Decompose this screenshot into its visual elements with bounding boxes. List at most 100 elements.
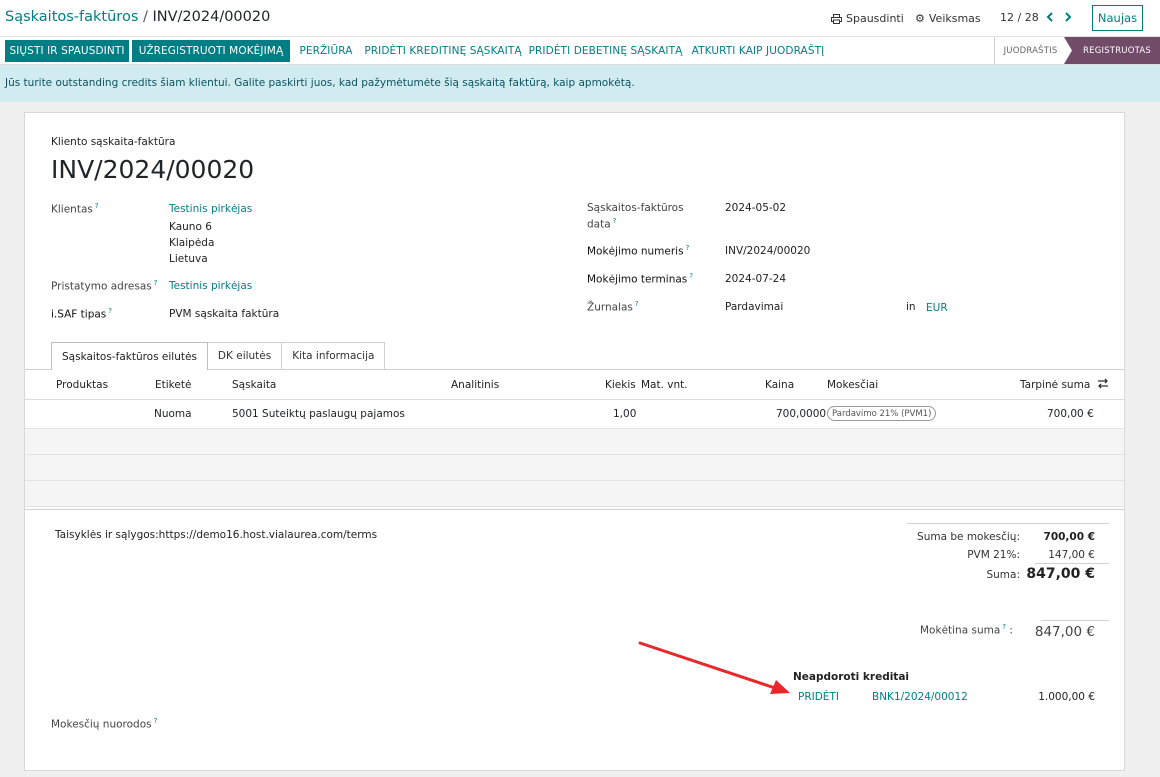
help-icon: ? — [108, 307, 112, 315]
invoice-date-value[interactable]: 2024-05-02 — [725, 202, 786, 214]
new-button[interactable]: Naujas — [1092, 5, 1143, 31]
customer-label: Klientas? — [51, 202, 99, 216]
empty-row[interactable] — [25, 455, 1124, 481]
payment-reference-label: Mokėjimo numeris? — [587, 244, 689, 258]
credit-reference-link[interactable]: BNK1/2024/00012 — [872, 691, 968, 703]
register-payment-button[interactable]: UŽREGISTRUOTI MOKĖJIMĄ — [132, 40, 290, 62]
payment-terms-value[interactable]: 2024-07-24 — [725, 273, 786, 285]
row-account[interactable]: 5001 Suteiktų paslaugų pajamos — [232, 408, 405, 420]
tab-other-info[interactable]: Kita informacija — [281, 342, 386, 369]
tab-invoice-lines[interactable]: Sąskaitos-faktūros eilutės — [51, 342, 208, 370]
customer-link[interactable]: Testinis pirkėjas — [169, 203, 252, 215]
breadcrumb-parent-link[interactable]: Sąskaitos-faktūros — [5, 9, 138, 25]
add-credit-button[interactable]: PRIDĖTI — [798, 691, 839, 703]
print-icon — [831, 13, 842, 24]
outstanding-credits-title: Neapdoroti kreditai — [793, 671, 910, 683]
action-menu-button[interactable]: ⚙ Veiksmas — [915, 12, 981, 25]
tab-journal-items[interactable]: DK eilutės — [206, 342, 283, 369]
untaxed-amount-label: Suma be mokesčių: — [917, 531, 1020, 543]
row-price[interactable]: 700,0000 — [776, 408, 826, 420]
col-label[interactable]: Etiketė — [155, 379, 191, 391]
payment-terms-label: Mokėjimo terminas? — [587, 272, 693, 286]
customer-address-line-3: Lietuva — [169, 253, 208, 265]
add-debit-note-button[interactable]: PRIDĖTI DEBETINĘ SĄSKAITĄ — [527, 40, 684, 62]
row-label[interactable]: Nuoma — [154, 408, 192, 420]
notebook-tabs: Sąskaitos-faktūros eilutės DK eilutės Ki… — [51, 342, 386, 370]
row-quantity[interactable]: 1,00 — [613, 408, 636, 420]
invoice-number-title: INV/2024/00020 — [51, 155, 255, 184]
isaf-type-value[interactable]: PVM sąskaita faktūra — [169, 308, 279, 320]
empty-row[interactable] — [25, 429, 1124, 455]
customer-address-line-1: Kauno 6 — [169, 221, 212, 233]
payment-reference-value[interactable]: INV/2024/00020 — [725, 245, 810, 257]
pager-value[interactable]: 12 / 28 — [1000, 11, 1039, 24]
row-subtotal[interactable]: 700,00 € — [1047, 408, 1094, 420]
tax-references-label-text: Mokesčių nuorodos — [51, 718, 152, 731]
amount-due-value: 847,00 € — [1034, 624, 1095, 640]
currency-in-label: in — [906, 301, 916, 313]
help-icon: ? — [689, 272, 693, 280]
reset-to-draft-button[interactable]: ATKURTI KAIP JUODRAŠTĮ — [688, 40, 828, 62]
total-label: Suma: — [986, 569, 1020, 581]
table-row[interactable]: Nuoma 5001 Suteiktų paslaugų pajamos 1,0… — [25, 400, 1124, 429]
isaf-type-label-text: i.SAF tipas — [51, 308, 107, 321]
empty-row[interactable] — [25, 481, 1124, 507]
vat-value: 147,00 € — [1048, 549, 1095, 561]
customer-address-line-2: Klaipėda — [169, 237, 215, 249]
preview-button[interactable]: PERŽIŪRA — [294, 40, 358, 62]
col-product[interactable]: Produktas — [56, 379, 108, 391]
journal-label: Žurnalas? — [587, 300, 639, 314]
col-analytic[interactable]: Analitinis — [451, 379, 499, 391]
isaf-type-label: i.SAF tipas? — [51, 307, 112, 321]
col-taxes[interactable]: Mokesčiai — [827, 379, 878, 391]
invoice-date-label-line1: Sąskaitos-faktūros — [587, 202, 684, 214]
col-price[interactable]: Kaina — [765, 379, 794, 391]
amount-due-label: Mokėtina suma? : — [920, 623, 1013, 637]
amount-due-colon: : — [1006, 624, 1013, 637]
help-icon: ? — [612, 217, 617, 225]
col-uom[interactable]: Mat. vnt. — [641, 379, 688, 391]
invoice-date-label-text: data — [587, 218, 611, 231]
delivery-address-link[interactable]: Testinis pirkėjas — [169, 280, 252, 292]
pager-previous-button[interactable] — [1042, 8, 1058, 26]
untaxed-amount-value: 700,00 € — [1043, 531, 1095, 543]
journal-value[interactable]: Pardavimai — [725, 301, 783, 313]
terms-and-conditions[interactable]: Taisyklės ir sąlygos:https://demo16.host… — [55, 529, 377, 541]
send-print-button[interactable]: SIŲSTI IR SPAUSDINTI — [5, 40, 129, 62]
help-icon: ? — [153, 279, 158, 287]
status-posted[interactable]: REGISTRUOTAS — [1064, 37, 1160, 64]
delivery-address-label-text: Pristatymo adresas — [51, 280, 152, 293]
pager-next-button[interactable] — [1060, 8, 1076, 26]
outstanding-credits-alert: Jūs turite outstanding credits šiam klie… — [0, 65, 1160, 102]
breadcrumb-current: INV/2024/00020 — [152, 9, 271, 25]
status-draft[interactable]: JUODRAŠTIS — [994, 37, 1066, 64]
table-bottom-divider — [25, 509, 1124, 510]
totals-top-divider — [907, 523, 1109, 524]
red-arrow-annotation — [638, 641, 790, 694]
help-icon: ? — [153, 717, 158, 725]
total-divider — [1035, 563, 1109, 564]
invoice-type-label: Kliento sąskaita-faktūra — [51, 136, 176, 148]
amount-due-label-text: Mokėtina suma — [920, 624, 1001, 637]
column-settings-icon[interactable] — [1097, 378, 1109, 392]
chevron-left-icon — [1046, 12, 1053, 22]
col-account[interactable]: Sąskaita — [232, 379, 276, 391]
journal-label-text: Žurnalas — [587, 301, 633, 314]
currency-link[interactable]: EUR — [926, 302, 948, 314]
col-quantity[interactable]: Kiekis — [605, 379, 636, 391]
help-icon: ? — [94, 202, 99, 210]
tax-references-label: Mokesčių nuorodos? — [51, 717, 157, 731]
col-subtotal[interactable]: Tarpinė suma — [1020, 379, 1090, 391]
amount-due-divider — [1041, 620, 1109, 621]
tax-badge[interactable]: Pardavimo 21% (PVM1) — [827, 406, 937, 421]
total-value: 847,00 € — [1026, 566, 1095, 582]
payment-terms-label-text: Mokėjimo terminas — [587, 273, 688, 286]
print-button[interactable]: Spausdinti — [831, 12, 904, 25]
credit-amount: 1.000,00 € — [1038, 691, 1095, 703]
print-label: Spausdinti — [846, 12, 904, 25]
action-bar: SIŲSTI IR SPAUSDINTI UŽREGISTRUOTI MOKĖJ… — [0, 37, 1160, 65]
add-credit-note-button[interactable]: PRIDĖTI KREDITINĘ SĄSKAITĄ — [362, 40, 524, 62]
lines-table-header: Produktas Etiketė Sąskaita Analitinis Ki… — [25, 370, 1124, 400]
customer-label-text: Klientas — [51, 203, 93, 216]
invoice-sheet: Kliento sąskaita-faktūra INV/2024/00020 … — [24, 112, 1125, 771]
